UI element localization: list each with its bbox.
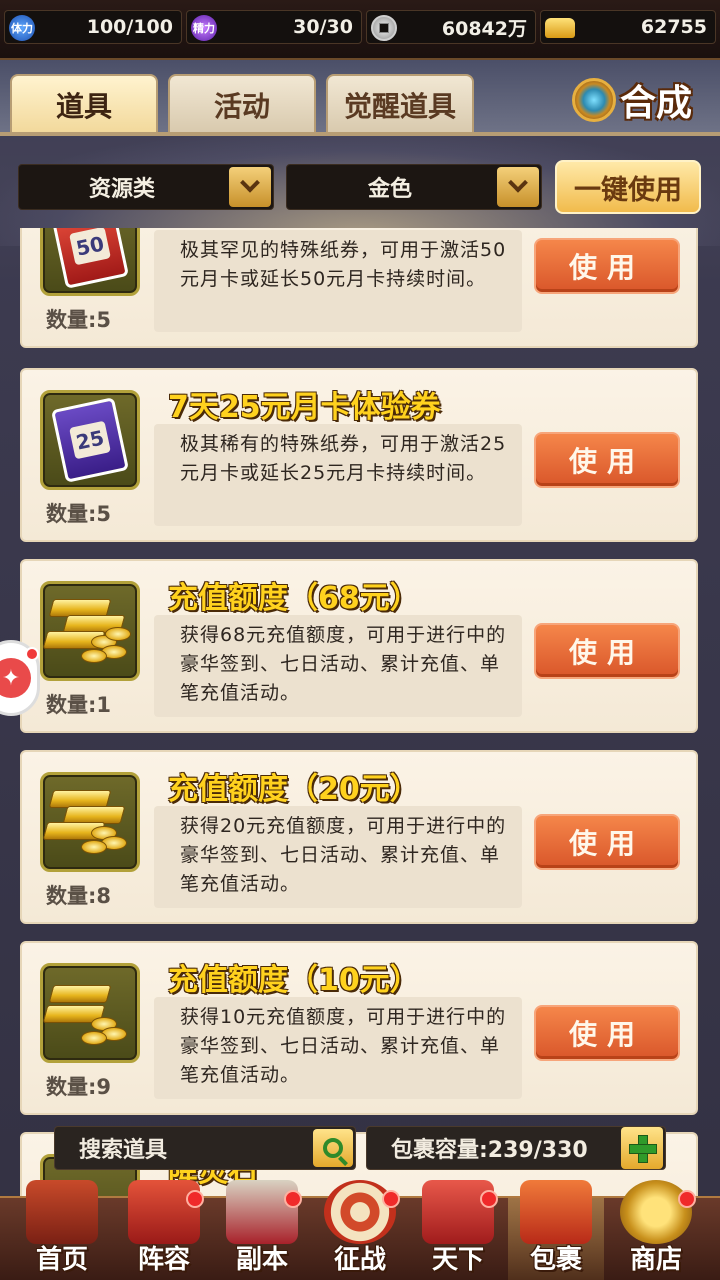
use-button[interactable]: 使用 [534,1005,680,1061]
nav-label: 征战 [333,1245,386,1275]
search-button[interactable] [313,1129,353,1167]
coins-icon [620,1180,692,1244]
nav-campaign[interactable]: 征战 [312,1180,408,1280]
item-name: 充值额度（20元） [168,772,420,807]
use-button[interactable]: 使用 [534,432,680,488]
use-button[interactable]: 使用 [534,238,680,294]
item-quantity: 数量:5 [46,308,112,332]
notification-dot [25,647,39,661]
lineup-icon [128,1180,200,1244]
gold-ingot-icon [545,18,575,38]
notification-dot [186,1190,204,1208]
nav-label: 包裹 [529,1245,582,1275]
use-button[interactable]: 使用 [534,623,680,679]
list-item: 充值额度（10元） 数量:9 获得10元充值额度，可用于进行中的豪华签到、七日活… [20,941,698,1115]
resource-bar: 体力 100/100 精力 30/30 60842万 62755 [0,0,720,60]
nav-world[interactable]: 天下 [410,1180,506,1280]
nav-shop[interactable]: 商店 [608,1180,704,1280]
item-description: 获得68元充值额度，可用于进行中的豪华签到、七日活动、累计充值、单笔充值活动。 [154,615,522,717]
item-description: 极其稀有的特殊纸券，可用于激活25元月卡或延长25元月卡持续时间。 [154,424,522,526]
search-placeholder: 搜索道具 [79,1138,168,1163]
category-dropdown[interactable]: 资源类 [18,164,274,210]
bottom-nav: 首页 阵容 副本 征战 天下 包裹 商店 [0,1180,720,1280]
item-name: 充值额度（10元） [168,963,420,998]
stamina-icon: 体力 [9,15,35,41]
chevron-down-icon[interactable] [497,167,539,207]
list-item: 50 数量:5 极其罕见的特殊纸券，可用于激活50元月卡或延长50元月卡持续时间… [20,228,698,348]
silver-coin-icon [371,15,397,41]
assistant-icon: ✦ [0,658,31,698]
nav-label: 天下 [431,1245,484,1275]
notification-dot [382,1190,400,1208]
item-quantity: 数量:1 [46,693,112,717]
stamina-value: 100/100 [86,16,173,38]
capacity-label: 包裹容量:239/330 [391,1138,588,1163]
dungeon-icon [226,1180,298,1244]
coupon-50-icon[interactable]: 50 [40,228,140,296]
nav-bag[interactable]: 包裹 [508,1180,604,1280]
silver-value: 60842万 [441,17,527,40]
gold-bars-icon[interactable] [40,772,140,872]
coupon-25-icon[interactable]: 25 [40,390,140,490]
tab-items[interactable]: 道具 [10,74,158,134]
quality-dropdown[interactable]: 金色 [286,164,542,210]
target-icon [324,1180,396,1244]
quality-value: 金色 [367,177,412,202]
item-quantity: 数量:9 [46,1075,112,1099]
floating-assistant-button[interactable]: ✦ [0,640,40,716]
expand-capacity-button[interactable] [621,1127,663,1169]
list-item: 充值额度（20元） 数量:8 获得20元充值额度，可用于进行中的豪华签到、七日活… [20,750,698,924]
scroll-icon [422,1180,494,1244]
coupon-value-text: 25 [69,420,111,460]
nav-dungeon[interactable]: 副本 [214,1180,310,1280]
search-icon [323,1138,343,1158]
energy-display[interactable]: 精力 30/30 [186,10,362,44]
item-list[interactable]: 50 数量:5 极其罕见的特殊纸券，可用于激活50元月卡或延长50元月卡持续时间… [0,228,720,1196]
notification-dot [284,1190,302,1208]
bag-capacity: 包裹容量:239/330 [366,1126,666,1170]
nav-label: 阵容 [137,1245,190,1275]
nav-label: 副本 [235,1245,288,1275]
coupon-value-text: 50 [69,228,111,266]
nav-label: 商店 [629,1245,682,1275]
gold-display[interactable]: 62755 [540,10,716,44]
gold-bars-icon[interactable] [40,963,140,1063]
gold-value: 62755 [640,16,707,38]
home-icon [26,1180,98,1244]
search-field[interactable]: 搜索道具 [54,1126,356,1170]
item-quantity: 数量:5 [46,502,112,526]
energy-icon: 精力 [191,15,217,41]
item-quantity: 数量:8 [46,884,112,908]
item-name: 充值额度（68元） [168,581,420,616]
synthesis-button[interactable]: 合成 [572,72,712,128]
nav-label: 首页 [35,1245,88,1275]
one-key-use-button[interactable]: 一键使用 [555,160,701,214]
nav-home[interactable]: 首页 [14,1180,110,1280]
energy-value: 30/30 [293,16,353,38]
use-button[interactable]: 使用 [534,814,680,870]
list-item: 25 7天25元月卡体验券 数量:5 极其稀有的特殊纸券，可用于激活25元月卡或… [20,368,698,542]
tab-awaken-items[interactable]: 觉醒道具 [326,74,474,134]
item-description: 获得20元充值额度，可用于进行中的豪华签到、七日活动、累计充值、单笔充值活动。 [154,806,522,908]
gold-bars-icon[interactable] [40,581,140,681]
silver-display[interactable]: 60842万 [366,10,536,44]
notification-dot [678,1190,696,1208]
item-name: 7天25元月卡体验券 [168,390,441,425]
item-description: 获得10元充值额度，可用于进行中的豪华签到、七日活动、累计充值、单笔充值活动。 [154,997,522,1099]
nav-lineup[interactable]: 阵容 [116,1180,212,1280]
category-value: 资源类 [88,177,155,202]
list-item: 充值额度（68元） 数量:1 获得68元充值额度，可用于进行中的豪华签到、七日活… [20,559,698,733]
tab-activity[interactable]: 活动 [168,74,316,134]
synthesis-label: 合成 [620,83,693,124]
chevron-down-icon[interactable] [229,167,271,207]
item-description: 极其罕见的特殊纸券，可用于激活50元月卡或延长50元月卡持续时间。 [154,230,522,332]
plus-icon [629,1135,657,1163]
bag-icon [520,1180,592,1244]
notification-dot [480,1190,498,1208]
stamina-display[interactable]: 体力 100/100 [4,10,182,44]
synthesis-icon [572,78,616,122]
